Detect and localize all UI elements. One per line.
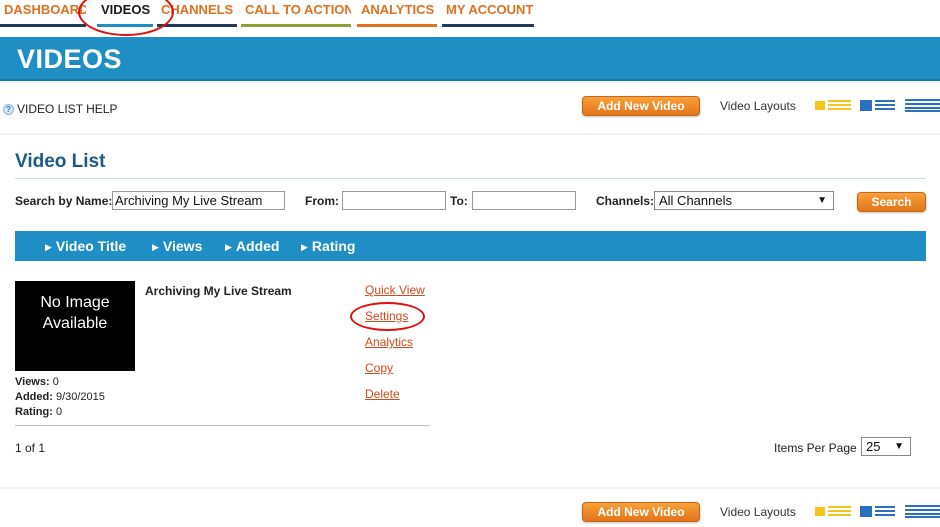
column-label: Rating bbox=[311, 238, 356, 254]
added-label: Added: bbox=[15, 391, 53, 403]
tab-videos[interactable]: VIDEOS bbox=[97, 0, 153, 27]
search-button[interactable]: Search bbox=[857, 192, 926, 212]
analytics-link[interactable]: Analytics bbox=[365, 335, 413, 349]
list-layout-icon[interactable] bbox=[860, 505, 896, 518]
column-label: Views bbox=[162, 238, 203, 254]
views-label: Views: bbox=[15, 376, 50, 388]
video-list-help-link[interactable]: VIDEO LIST HELP bbox=[17, 102, 117, 116]
sort-arrow-icon: ▶ bbox=[152, 242, 159, 252]
items-per-page-select[interactable]: 25 ▼ bbox=[861, 437, 911, 456]
channels-select[interactable]: All Channels ▼ bbox=[654, 191, 834, 210]
grid-layout-icon[interactable] bbox=[815, 99, 851, 112]
channels-label: Channels: bbox=[596, 194, 655, 208]
tab-analytics[interactable]: ANALYTICS bbox=[357, 0, 437, 27]
search-name-input[interactable] bbox=[112, 191, 285, 210]
column-header-bar: ▶ Video Title ▶ Views ▶ Added ▶ Rating bbox=[15, 231, 926, 261]
video-title[interactable]: Archiving My Live Stream bbox=[145, 284, 292, 298]
column-label: Added bbox=[235, 238, 280, 254]
chevron-down-icon: ▼ bbox=[894, 441, 904, 452]
add-new-video-button[interactable]: Add New Video bbox=[582, 96, 700, 116]
video-thumbnail[interactable]: No Image Available bbox=[15, 281, 135, 371]
column-label: Video Title bbox=[55, 238, 127, 254]
sort-views[interactable]: ▶ Views bbox=[152, 238, 202, 254]
title-divider bbox=[15, 178, 926, 179]
to-date-input[interactable] bbox=[472, 191, 576, 210]
quick-view-link[interactable]: Quick View bbox=[365, 283, 425, 297]
search-by-name-label: Search by Name: bbox=[15, 194, 113, 208]
chevron-down-icon: ▼ bbox=[817, 195, 827, 206]
video-list-title: Video List bbox=[15, 151, 106, 172]
tab-my-account[interactable]: MY ACCOUNT bbox=[442, 0, 534, 27]
video-layouts-label: Video Layouts bbox=[720, 99, 796, 113]
sort-arrow-icon: ▶ bbox=[301, 242, 308, 252]
channels-select-value: All Channels bbox=[659, 193, 732, 208]
tab-channels[interactable]: CHANNELS bbox=[157, 0, 237, 27]
from-date-input[interactable] bbox=[342, 191, 446, 210]
video-rating: Rating: 0 bbox=[15, 406, 62, 418]
no-image-text: No Image Available bbox=[40, 294, 110, 332]
top-toolbar: ? VIDEO LIST HELP Add New Video Video La… bbox=[0, 83, 940, 133]
items-per-page-value: 25 bbox=[866, 439, 881, 454]
rating-label: Rating: bbox=[15, 406, 53, 418]
video-list-panel: Video List Search by Name: From: To: Cha… bbox=[0, 135, 940, 487]
page-header: VIDEOS bbox=[0, 37, 940, 81]
from-label: From: bbox=[305, 194, 339, 208]
to-label: To: bbox=[450, 194, 468, 208]
sort-added[interactable]: ▶ Added bbox=[225, 238, 279, 254]
bottom-toolbar: Add New Video Video Layouts bbox=[0, 489, 940, 527]
page-title: VIDEOS bbox=[17, 44, 123, 74]
compact-layout-icon[interactable] bbox=[905, 99, 940, 112]
sort-rating[interactable]: ▶ Rating bbox=[301, 238, 355, 254]
pagination-status: 1 of 1 bbox=[15, 441, 46, 455]
sort-video-title[interactable]: ▶ Video Title bbox=[45, 238, 126, 254]
sort-arrow-icon: ▶ bbox=[45, 242, 52, 252]
list-layout-icon[interactable] bbox=[860, 99, 896, 112]
row-divider bbox=[15, 425, 430, 426]
delete-link[interactable]: Delete bbox=[365, 387, 400, 401]
grid-layout-icon[interactable] bbox=[815, 505, 851, 518]
views-value: 0 bbox=[52, 376, 59, 388]
items-per-page-label: Items Per Page bbox=[774, 441, 857, 455]
rating-value: 0 bbox=[55, 406, 63, 418]
video-views: Views: 0 bbox=[15, 376, 59, 388]
video-layouts-label-bottom: Video Layouts bbox=[720, 505, 796, 519]
top-nav: DASHBOARD VIDEOS CHANNELS CALL TO ACTION… bbox=[0, 0, 940, 37]
sort-arrow-icon: ▶ bbox=[225, 242, 232, 252]
copy-link[interactable]: Copy bbox=[365, 361, 393, 375]
help-icon[interactable]: ? bbox=[3, 104, 14, 115]
video-added: Added: 9/30/2015 bbox=[15, 391, 105, 403]
tab-call-to-action[interactable]: CALL TO ACTION bbox=[241, 0, 351, 27]
add-new-video-button-bottom[interactable]: Add New Video bbox=[582, 502, 700, 522]
settings-link[interactable]: Settings bbox=[365, 309, 408, 323]
added-value: 9/30/2015 bbox=[55, 391, 105, 403]
tab-dashboard[interactable]: DASHBOARD bbox=[0, 0, 86, 27]
page: DASHBOARD VIDEOS CHANNELS CALL TO ACTION… bbox=[0, 0, 940, 527]
compact-layout-icon[interactable] bbox=[905, 505, 940, 518]
